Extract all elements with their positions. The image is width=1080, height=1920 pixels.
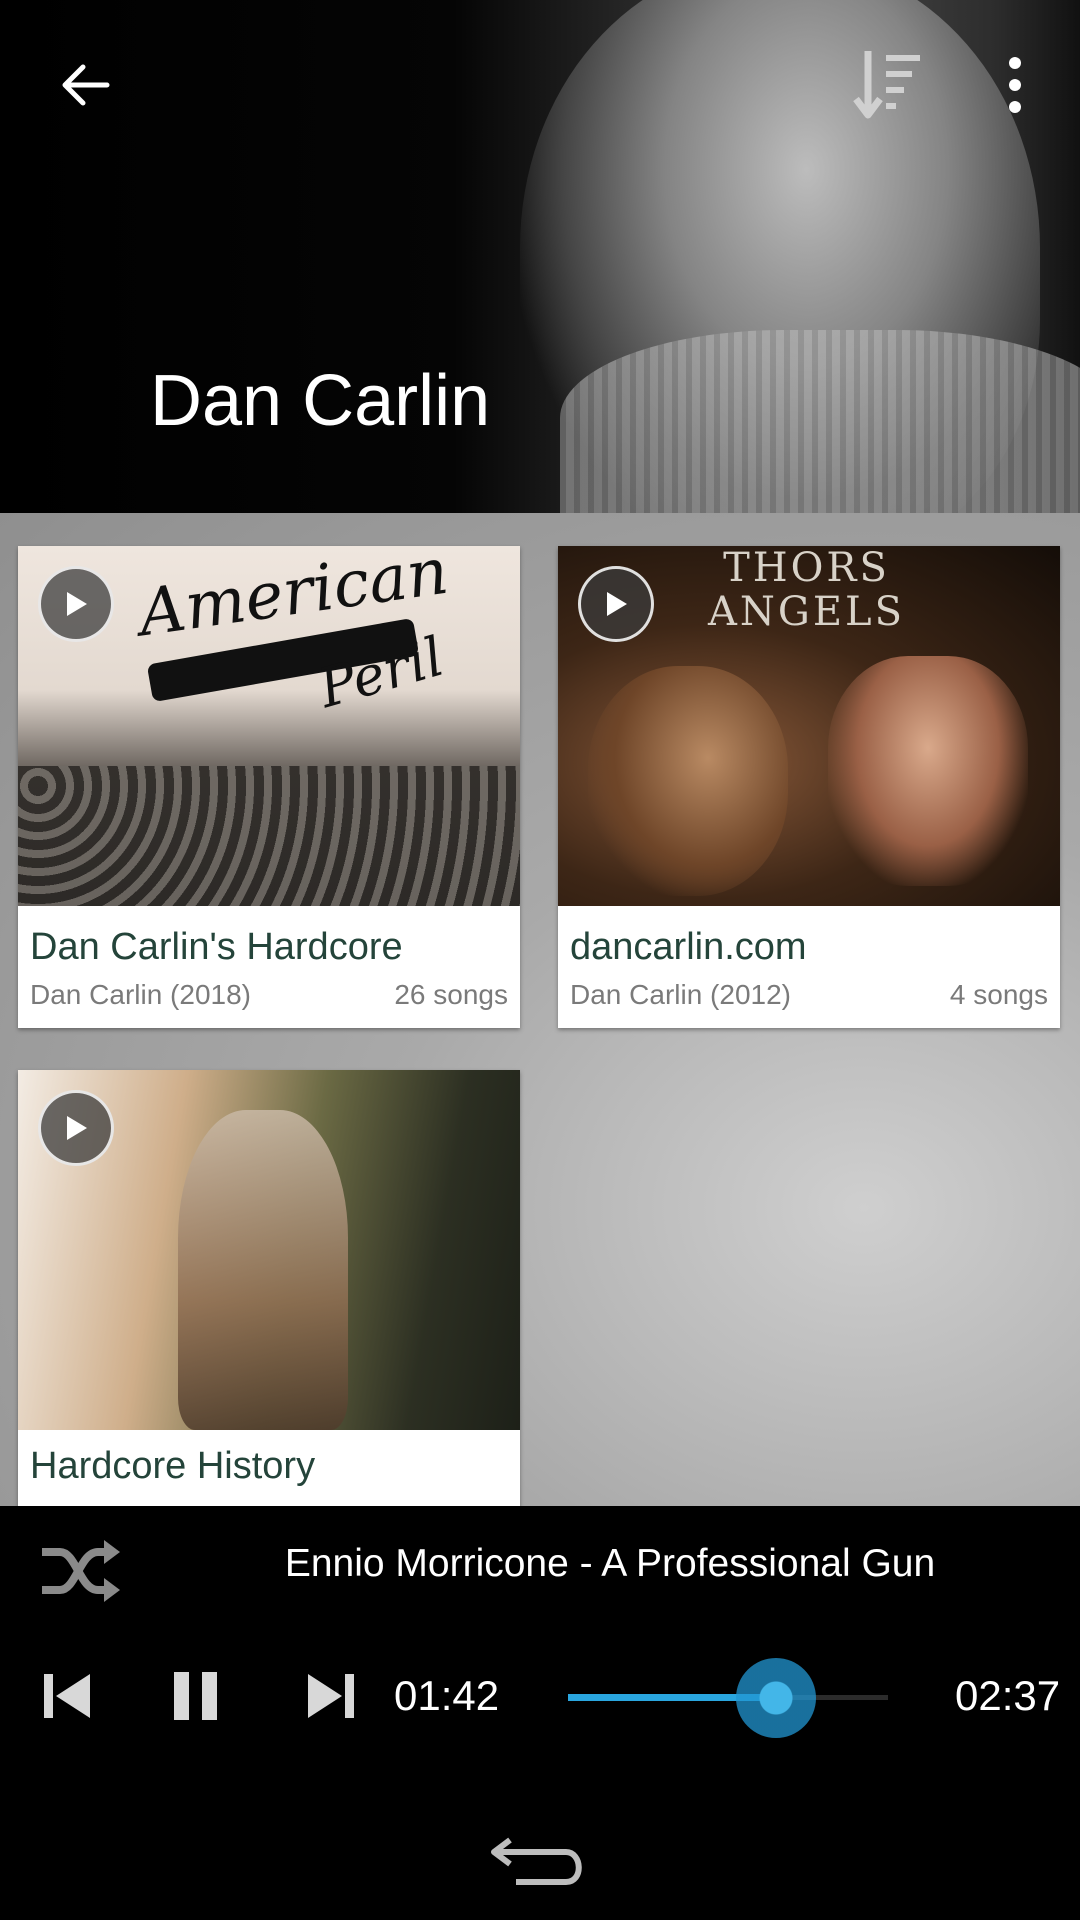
sort-icon xyxy=(853,51,920,119)
album-art-figure xyxy=(178,1110,348,1430)
more-vertical-icon xyxy=(1009,57,1021,113)
skip-next-icon xyxy=(308,1674,354,1718)
previous-button[interactable] xyxy=(28,1656,108,1736)
album-subtitle: Dan Carlin (2018) xyxy=(30,979,251,1010)
pause-icon xyxy=(174,1672,217,1720)
total-time: 02:37 xyxy=(955,1672,1061,1719)
album-title: Hardcore History xyxy=(30,1445,316,1487)
artist-name: Dan Carlin xyxy=(150,361,491,441)
more-options-button[interactable] xyxy=(980,40,1050,130)
album-card[interactable]: American Peril Dan Carlin's Hardcore Dan… xyxy=(18,546,520,1028)
album-art-text-line: ANGELS xyxy=(708,589,906,635)
shuffle-button[interactable] xyxy=(36,1536,122,1606)
play-icon xyxy=(67,1116,87,1140)
album-art-text: THORS ANGELS xyxy=(708,546,905,634)
album-song-count: 4 songs xyxy=(949,979,1048,1010)
artist-header: Dan Carlin xyxy=(0,0,1080,513)
album-title: Dan Carlin's Hardcore xyxy=(30,926,403,968)
album-grid: American Peril Dan Carlin's Hardcore Dan… xyxy=(0,513,1080,1506)
seek-bar[interactable] xyxy=(568,1658,888,1738)
nav-back-icon xyxy=(491,1837,582,1885)
play-icon xyxy=(607,592,627,616)
album-art xyxy=(18,1070,520,1430)
play-album-button[interactable] xyxy=(578,566,654,642)
album-card[interactable]: THORS ANGELS dancarlin.com Dan Carlin (2… xyxy=(558,546,1060,1028)
album-art-text-line: THORS xyxy=(723,546,890,591)
album-art-face xyxy=(588,666,788,896)
back-button[interactable] xyxy=(40,40,130,130)
seek-thumb[interactable] xyxy=(736,1658,816,1738)
album-card[interactable]: Hardcore History xyxy=(18,1070,520,1506)
artist-photo-shirt xyxy=(560,330,1080,513)
shuffle-icon xyxy=(42,1540,120,1602)
pause-button[interactable] xyxy=(156,1656,236,1736)
album-art: THORS ANGELS xyxy=(558,546,1060,906)
next-button[interactable] xyxy=(290,1656,370,1736)
play-album-button[interactable] xyxy=(38,1090,114,1166)
system-back-button[interactable] xyxy=(480,1826,600,1896)
play-album-button[interactable] xyxy=(38,566,114,642)
arrow-left-icon xyxy=(62,64,110,106)
album-art: American Peril xyxy=(18,546,520,906)
play-icon xyxy=(67,592,87,616)
album-subtitle: Dan Carlin (2012) xyxy=(570,979,791,1010)
now-playing-title: Ennio Morricone - A Professional Gun xyxy=(284,1542,936,1585)
album-art-crowd xyxy=(18,766,520,906)
album-song-count: 26 songs xyxy=(394,979,508,1010)
elapsed-time: 01:42 xyxy=(394,1672,500,1719)
sort-button[interactable] xyxy=(840,40,940,130)
album-art-hands xyxy=(828,656,1028,886)
album-title: dancarlin.com xyxy=(570,926,807,968)
skip-previous-icon xyxy=(44,1674,90,1718)
system-nav-bar xyxy=(0,1806,1080,1920)
mini-player: Ennio Morricone - A Professional Gun 01:… xyxy=(0,1506,1080,1806)
